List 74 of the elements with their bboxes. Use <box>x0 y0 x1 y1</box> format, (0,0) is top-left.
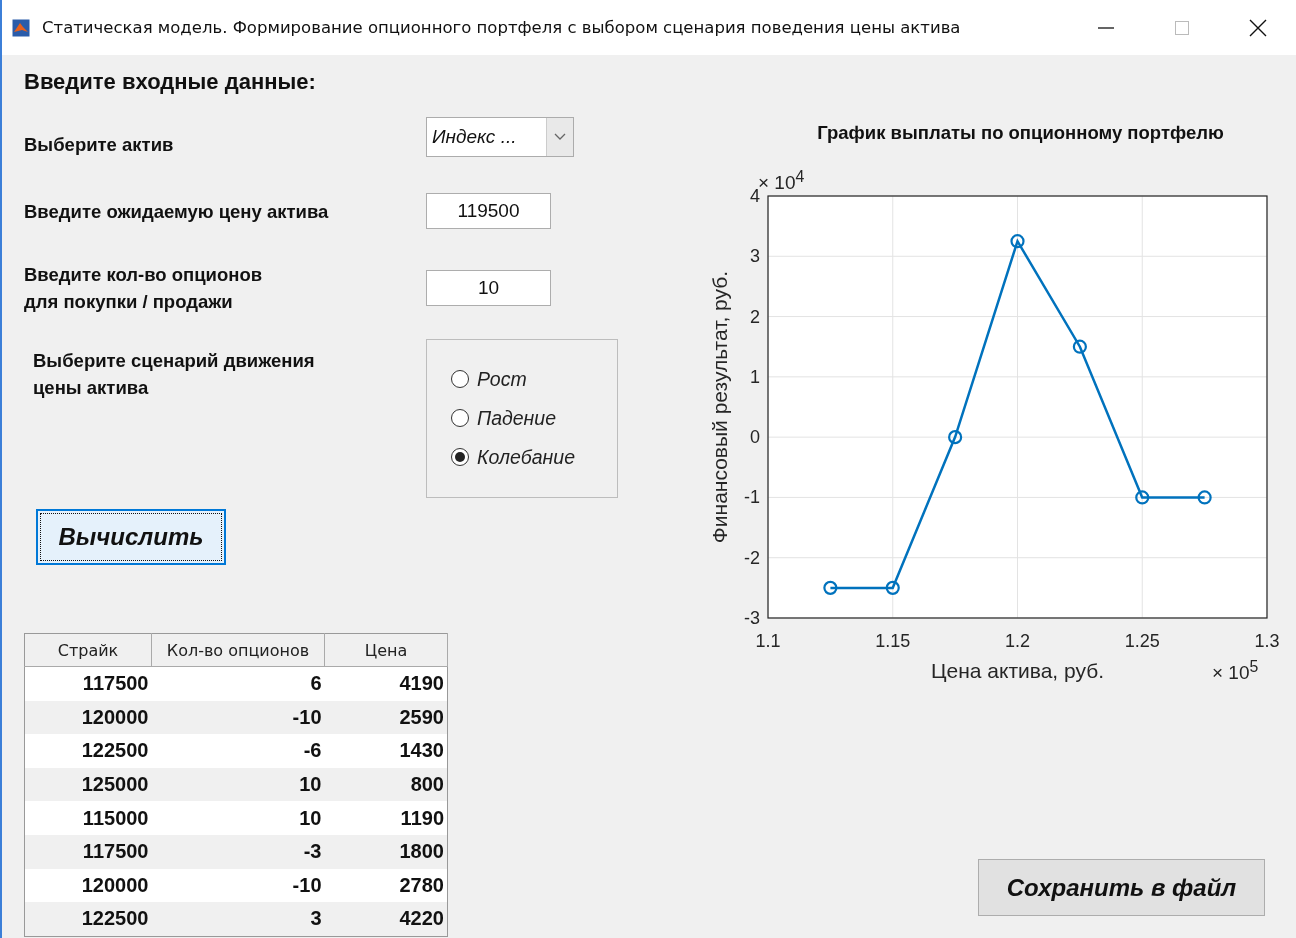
table-cell: 800 <box>324 767 448 802</box>
minimize-icon <box>1098 26 1114 29</box>
field-label: Выберите сценарий движения цены актива <box>33 349 316 400</box>
y-axis-label: Финансовый результат, руб. <box>708 270 731 544</box>
window-title: Статическая модель. Формирование опционного портфеля с выбором сценария поведения цены актива <box>42 18 961 37</box>
price-field[interactable]: 119500 <box>426 193 551 229</box>
table-cell: -6 <box>151 734 325 768</box>
radio-button[interactable] <box>451 370 469 388</box>
table-cell: -10 <box>151 700 325 735</box>
field-label: Введите ожидаемую цену актива <box>24 199 330 224</box>
radio-button[interactable] <box>451 409 469 427</box>
table-cell: 6 <box>151 666 325 701</box>
radio-button[interactable] <box>451 448 469 466</box>
table-cell: 4220 <box>324 902 448 937</box>
table-cell: 2590 <box>324 700 448 735</box>
data-point <box>1072 339 1087 354</box>
y-tick-label: 3 <box>750 246 760 267</box>
close-icon <box>1249 18 1267 37</box>
y-tick-label: 1 <box>750 366 760 387</box>
table-cell: 10 <box>151 801 325 835</box>
table-cell: -3 <box>151 834 325 869</box>
y-tick-label: 4 <box>750 186 760 206</box>
data-point <box>885 580 900 595</box>
asset-dropdown[interactable]: Индекс ... <box>426 116 574 157</box>
axis-multiplier: × 10$^{5}$ <box>1212 658 1259 685</box>
table-cell: -10 <box>151 868 325 903</box>
x-tick-label: 1.15 <box>875 631 911 651</box>
table-cell: 120000 <box>24 868 152 903</box>
table-cell: 125000 <box>24 767 152 802</box>
data-point <box>1010 234 1025 249</box>
data-point <box>1197 490 1212 505</box>
compute-button[interactable]: Вычислить <box>36 509 226 565</box>
field-label: Введите кол-во опционов для покупки / продажи <box>24 263 264 314</box>
table-cell: 4190 <box>324 666 448 701</box>
table-cell: 122500 <box>24 734 152 768</box>
data-point <box>1135 490 1150 505</box>
table-cell: 120000 <box>24 700 152 735</box>
save-button[interactable]: Сохранить в файл <box>978 859 1265 916</box>
x-tick-label: 1.3 <box>1254 631 1280 651</box>
app-icon <box>12 18 30 37</box>
table-cell: 3 <box>151 902 325 937</box>
quantity-field[interactable]: 10 <box>426 270 551 306</box>
x-tick-label: 1.1 <box>755 631 781 651</box>
x-axis-label: Цена актива, руб. <box>930 659 1105 682</box>
y-tick-label: -2 <box>744 547 760 568</box>
table-cell: 122500 <box>24 902 152 937</box>
table-cell: 1430 <box>324 734 448 768</box>
form-heading: Введите входные данные: <box>24 69 316 95</box>
table-cell: 117500 <box>24 666 152 701</box>
y-tick-label: -3 <box>744 608 760 628</box>
table-cell: 10 <box>151 767 325 802</box>
table-cell: 117500 <box>24 834 152 869</box>
radio-label[interactable]: Падение <box>477 406 557 430</box>
y-tick-label: -1 <box>744 487 760 508</box>
table-cell: 1800 <box>324 834 448 869</box>
table-cell: 1190 <box>324 801 448 835</box>
chart-title: График выплаты по опционному портфелю <box>817 122 1224 143</box>
y-tick-label: 0 <box>750 427 760 448</box>
y-tick-label: 2 <box>750 306 760 327</box>
maximize-icon <box>1174 19 1190 36</box>
caret-icon <box>554 132 566 141</box>
x-tick-label: 1.2 <box>1005 631 1030 651</box>
radio-label[interactable]: Рост <box>477 367 527 391</box>
table-cell: 2780 <box>324 868 448 903</box>
column-header: Цена <box>324 633 448 667</box>
data-point <box>948 430 963 445</box>
column-header: Страйк <box>24 633 152 667</box>
table-cell: 115000 <box>24 801 152 835</box>
x-tick-label: 1.25 <box>1124 631 1160 651</box>
radio-label[interactable]: Колебание <box>477 445 575 469</box>
column-header: Кол-во опционов <box>151 633 325 667</box>
axis-multiplier: × 10$^{4}$ <box>758 168 805 194</box>
data-point <box>823 580 838 595</box>
field-label: Выберите актив <box>24 133 175 157</box>
